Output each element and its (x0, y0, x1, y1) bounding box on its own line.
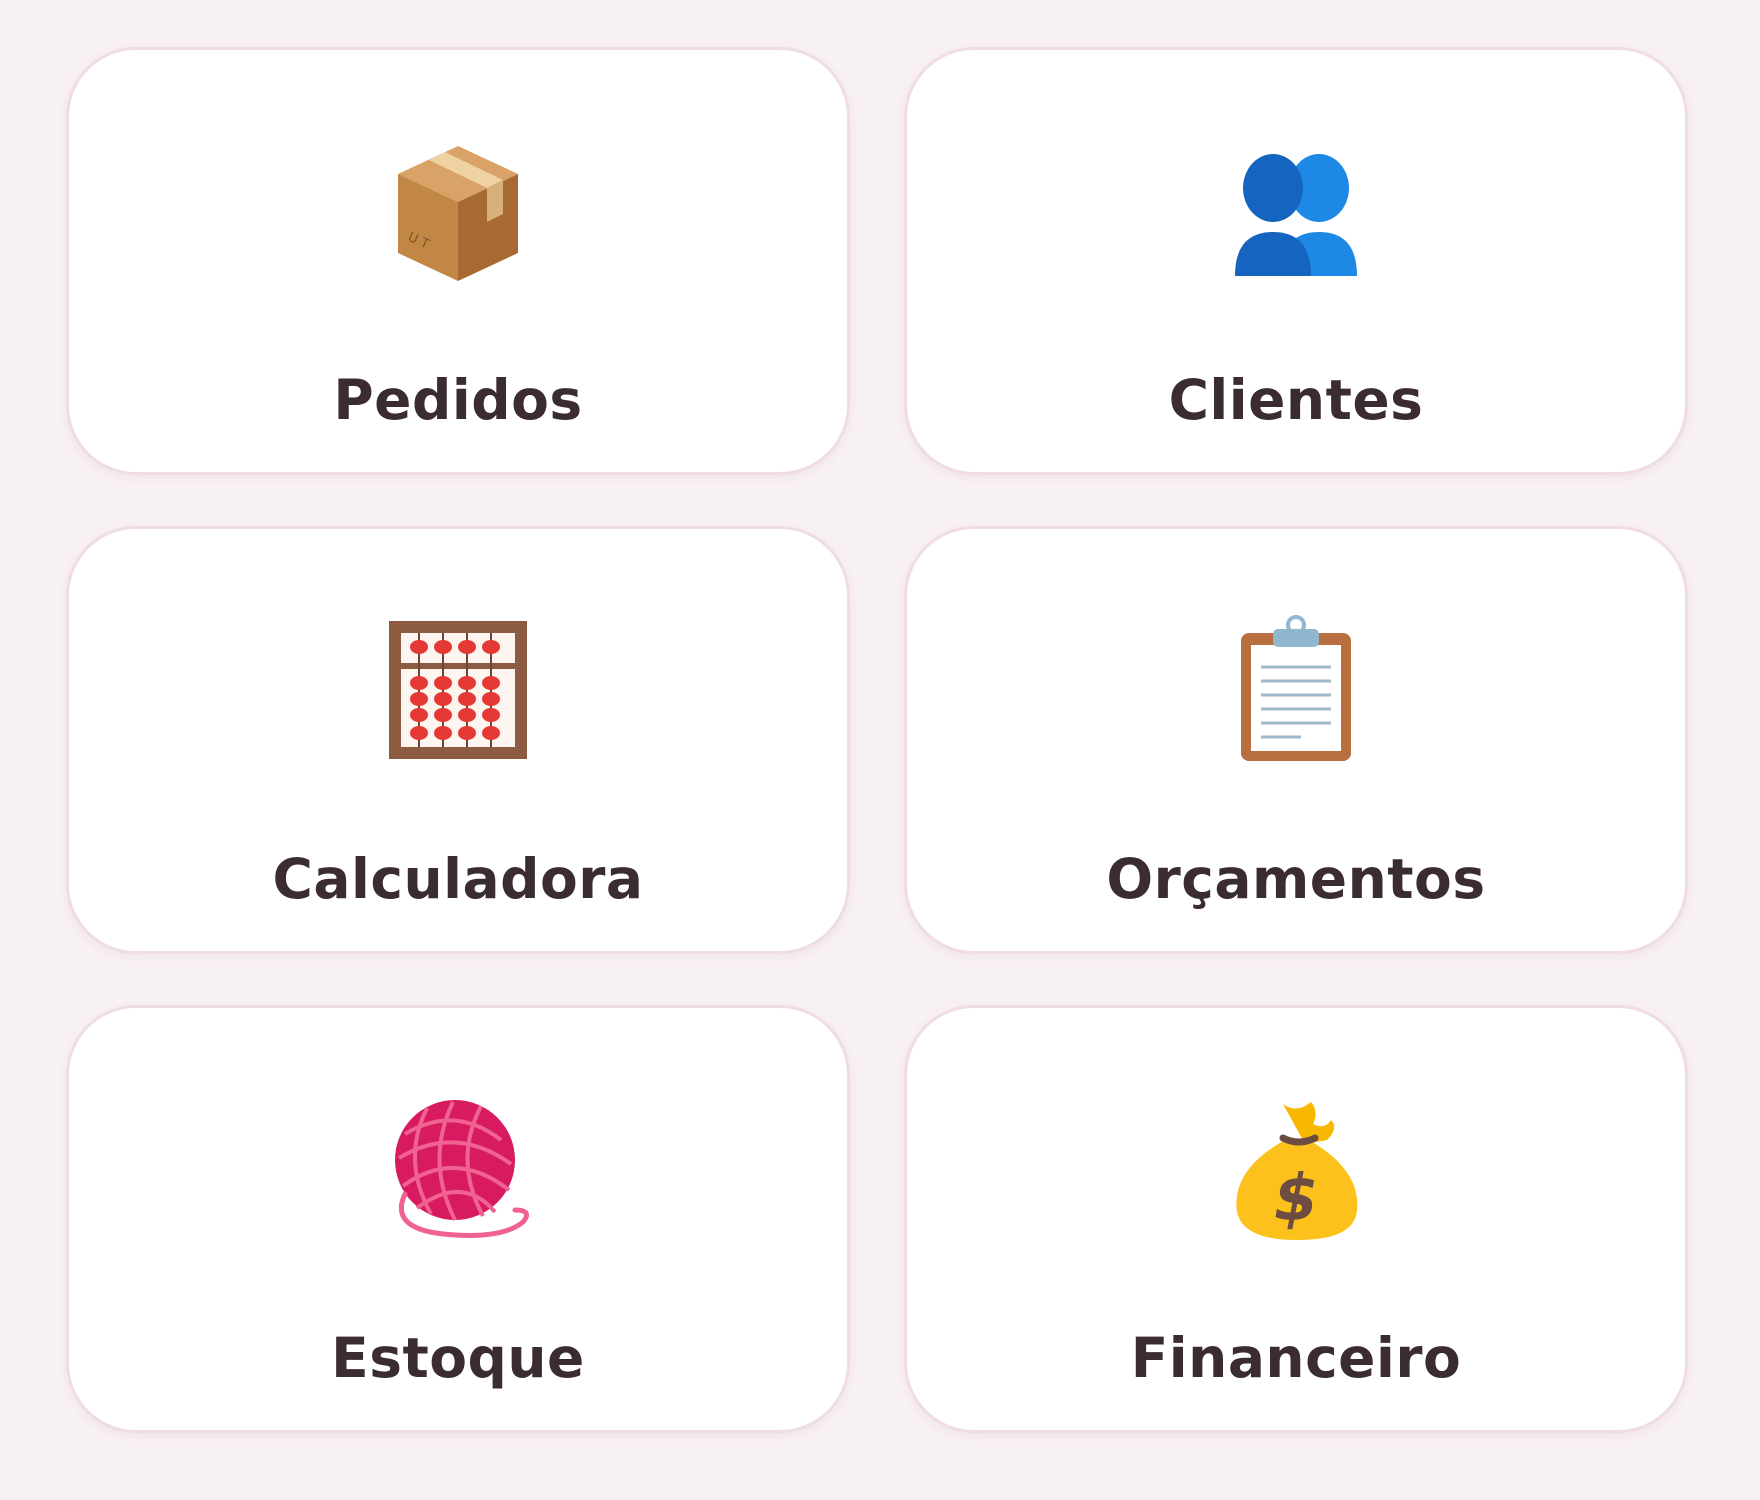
menu-card-pedidos[interactable]: U T Pedidos (66, 47, 850, 475)
package-icon: U T (383, 136, 533, 286)
menu-grid: U T Pedidos Clientes Calculadora Orçamen… (0, 0, 1760, 1500)
menu-card-label: Pedidos (333, 368, 583, 432)
money-bag-icon: $ (1221, 1094, 1371, 1244)
svg-text:$: $ (1274, 1162, 1319, 1236)
menu-card-clientes[interactable]: Clientes (904, 47, 1688, 475)
menu-card-label: Calculadora (272, 847, 644, 911)
menu-card-financeiro[interactable]: $ Financeiro (904, 1005, 1688, 1433)
menu-card-label: Orçamentos (1106, 847, 1486, 911)
menu-card-calculadora[interactable]: Calculadora (66, 526, 850, 954)
menu-card-label: Financeiro (1130, 1326, 1462, 1390)
clipboard-icon (1221, 615, 1371, 765)
menu-card-label: Clientes (1168, 368, 1424, 432)
dashboard-page: U T Pedidos Clientes Calculadora Orçamen… (0, 0, 1760, 1500)
yarn-icon (383, 1094, 533, 1244)
users-icon (1221, 136, 1371, 286)
menu-card-orcamentos[interactable]: Orçamentos (904, 526, 1688, 954)
abacus-icon (383, 615, 533, 765)
menu-card-estoque[interactable]: Estoque (66, 1005, 850, 1433)
menu-card-label: Estoque (331, 1326, 585, 1390)
